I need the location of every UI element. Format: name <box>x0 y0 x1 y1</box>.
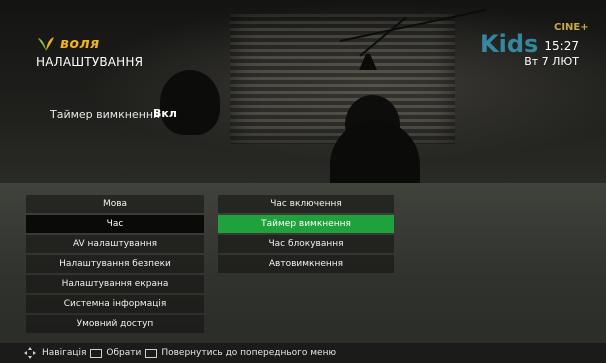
submenu-item-power-on-time[interactable]: Час включення <box>218 195 394 213</box>
date: Вт 7 ЛЮТ <box>524 55 579 68</box>
setting-value: Вкл <box>153 107 177 120</box>
video-background <box>0 0 606 183</box>
menu-item-screen-settings[interactable]: Налаштування екрана <box>26 275 204 293</box>
menu-item-language[interactable]: Мова <box>26 195 204 213</box>
menu-item-av-settings[interactable]: AV налаштування <box>26 235 204 253</box>
brand-logo: воля <box>36 36 100 52</box>
submenu-item-sleep-timer[interactable]: Таймер вимкнення <box>218 215 394 233</box>
back-key-icon <box>145 348 158 358</box>
menu-item-system-info[interactable]: Системна інформація <box>26 295 204 313</box>
page-title: НАЛАШТУВАННЯ <box>36 55 144 69</box>
channel-logo: Kids <box>480 30 538 58</box>
submenu: Час включення Таймер вимкнення Час блоку… <box>218 195 394 275</box>
dpad-icon <box>24 347 36 359</box>
setting-label: Таймер вимкнення <box>50 108 160 121</box>
menu-item-conditional-access[interactable]: Умовний доступ <box>26 315 204 333</box>
hint-select: Обрати <box>106 348 142 358</box>
leaf-icon <box>38 37 54 51</box>
lamp-icon <box>359 54 377 70</box>
submenu-item-lock-time[interactable]: Час блокування <box>218 235 394 253</box>
hint-bar: Навігація Обрати Повернутись до попередн… <box>0 343 606 363</box>
hint-navigation: Навігація <box>42 348 87 358</box>
menu-item-time[interactable]: Час <box>26 215 204 233</box>
channel-logo-sup: CINE+ <box>554 22 589 33</box>
main-menu: Мова Час AV налаштування Налаштування бе… <box>26 195 204 335</box>
brand-name: воля <box>60 36 100 52</box>
ok-key-icon <box>90 348 103 358</box>
channel-logo-text: Kids <box>480 30 539 58</box>
plant-silhouette <box>160 70 220 135</box>
menu-item-security-settings[interactable]: Налаштування безпеки <box>26 255 204 273</box>
clock: 15:27 <box>544 39 579 53</box>
hint-back: Повернутись до попереднього меню <box>161 348 337 358</box>
submenu-item-auto-off[interactable]: Автовимкнення <box>218 255 394 273</box>
window-blinds <box>230 14 455 144</box>
